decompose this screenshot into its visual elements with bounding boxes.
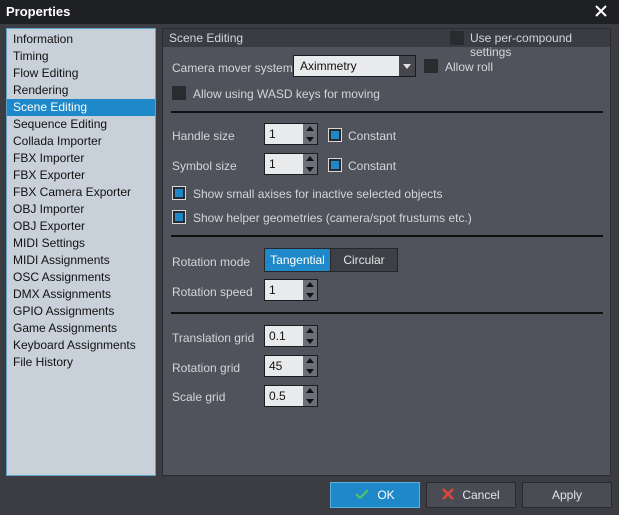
check-icon bbox=[355, 484, 370, 508]
stepper-buttons bbox=[303, 280, 317, 300]
translation-grid-stepper[interactable] bbox=[264, 325, 318, 347]
stepper-buttons bbox=[303, 154, 317, 174]
sidebar-item-file-history[interactable]: File History bbox=[7, 354, 155, 371]
decrement-icon[interactable] bbox=[303, 290, 317, 300]
increment-icon[interactable] bbox=[303, 356, 317, 366]
symbol-size-label: Symbol size bbox=[172, 159, 237, 173]
translation-grid-input[interactable] bbox=[265, 326, 303, 346]
decrement-icon[interactable] bbox=[303, 164, 317, 174]
handle-size-stepper[interactable] bbox=[264, 123, 318, 145]
translation-grid-label: Translation grid bbox=[172, 331, 255, 345]
divider bbox=[171, 235, 603, 237]
small-axises-label: Show small axises for inactive selected … bbox=[193, 187, 443, 201]
sidebar-item-midi-settings[interactable]: MIDI Settings bbox=[7, 235, 155, 252]
camera-mover-value: Aximmetry bbox=[300, 59, 357, 73]
stepper-buttons bbox=[303, 124, 317, 144]
ok-label: OK bbox=[377, 488, 395, 502]
decrement-icon[interactable] bbox=[303, 336, 317, 346]
panel-title: Scene Editing bbox=[169, 31, 244, 45]
stepper-buttons bbox=[303, 326, 317, 346]
handle-size-input[interactable] bbox=[265, 124, 303, 144]
symbol-size-input[interactable] bbox=[265, 154, 303, 174]
sidebar-item-obj-exporter[interactable]: OBJ Exporter bbox=[7, 218, 155, 235]
decrement-icon[interactable] bbox=[303, 366, 317, 376]
scale-grid-stepper[interactable] bbox=[264, 385, 318, 407]
rotation-speed-label: Rotation speed bbox=[172, 285, 253, 299]
rotation-grid-input[interactable] bbox=[265, 356, 303, 376]
stepper-buttons bbox=[303, 386, 317, 406]
sidebar-item-game-assignments[interactable]: Game Assignments bbox=[7, 320, 155, 337]
symbol-constant-checkbox[interactable] bbox=[328, 158, 342, 172]
symbol-constant-label: Constant bbox=[348, 159, 397, 173]
cancel-button[interactable]: Cancel bbox=[426, 482, 516, 508]
window-title: Properties bbox=[6, 4, 71, 19]
scale-grid-input[interactable] bbox=[265, 386, 303, 406]
title-bar: Properties bbox=[0, 0, 619, 24]
rotation-grid-stepper[interactable] bbox=[264, 355, 318, 377]
camera-mover-select[interactable]: Aximmetry bbox=[293, 55, 416, 77]
allow-roll-label: Allow roll bbox=[445, 60, 494, 74]
symbol-size-stepper[interactable] bbox=[264, 153, 318, 175]
allow-wasd-label: Allow using WASD keys for moving bbox=[193, 87, 380, 101]
increment-icon[interactable] bbox=[303, 124, 317, 134]
increment-icon[interactable] bbox=[303, 326, 317, 336]
rotation-grid-label: Rotation grid bbox=[172, 361, 241, 375]
per-compound-checkbox[interactable] bbox=[450, 31, 464, 45]
small-axises-checkbox[interactable] bbox=[172, 186, 186, 200]
x-icon bbox=[442, 484, 455, 508]
sidebar-item-fbx-exporter[interactable]: FBX Exporter bbox=[7, 167, 155, 184]
handle-constant-checkbox[interactable] bbox=[328, 128, 342, 142]
handle-size-label: Handle size bbox=[172, 129, 235, 143]
per-compound-label: Use per-compound settings bbox=[470, 31, 573, 59]
sidebar-item-flow-editing[interactable]: Flow Editing bbox=[7, 65, 155, 82]
sidebar-item-keyboard-assignments[interactable]: Keyboard Assignments bbox=[7, 337, 155, 354]
sidebar-item-fbx-camera-exporter[interactable]: FBX Camera Exporter bbox=[7, 184, 155, 201]
sidebar-item-midi-assignments[interactable]: MIDI Assignments bbox=[7, 252, 155, 269]
increment-icon[interactable] bbox=[303, 386, 317, 396]
divider bbox=[171, 111, 603, 113]
cancel-label: Cancel bbox=[462, 488, 500, 502]
sidebar-item-fbx-importer[interactable]: FBX Importer bbox=[7, 150, 155, 167]
apply-button[interactable]: Apply bbox=[522, 482, 612, 508]
stepper-buttons bbox=[303, 356, 317, 376]
rotation-speed-stepper[interactable] bbox=[264, 279, 318, 301]
panel-header: Scene Editing Use per-compound settings bbox=[163, 29, 610, 59]
increment-icon[interactable] bbox=[303, 280, 317, 290]
decrement-icon[interactable] bbox=[303, 396, 317, 406]
divider bbox=[171, 312, 603, 314]
chevron-down-icon[interactable] bbox=[399, 56, 415, 76]
sidebar-item-scene-editing[interactable]: Scene Editing bbox=[7, 99, 155, 116]
rotation-mode-circular[interactable]: Circular bbox=[330, 248, 398, 272]
sidebar-item-information[interactable]: Information bbox=[7, 31, 155, 48]
camera-mover-label: Camera mover system bbox=[172, 61, 293, 75]
sidebar-item-rendering[interactable]: Rendering bbox=[7, 82, 155, 99]
allow-wasd-checkbox[interactable] bbox=[172, 86, 186, 100]
helper-geometries-label: Show helper geometries (camera/spot frus… bbox=[193, 211, 472, 225]
sidebar-item-gpio-assignments[interactable]: GPIO Assignments bbox=[7, 303, 155, 320]
rotation-mode-label: Rotation mode bbox=[172, 255, 251, 269]
scale-grid-label: Scale grid bbox=[172, 390, 226, 404]
increment-icon[interactable] bbox=[303, 154, 317, 164]
allow-roll-checkbox[interactable] bbox=[424, 59, 438, 73]
settings-panel: Scene Editing Use per-compound settings … bbox=[162, 28, 611, 476]
ok-button[interactable]: OK bbox=[330, 482, 420, 508]
close-icon[interactable] bbox=[593, 3, 609, 19]
sidebar-item-obj-importer[interactable]: OBJ Importer bbox=[7, 201, 155, 218]
sidebar-item-sequence-editing[interactable]: Sequence Editing bbox=[7, 116, 155, 133]
rotation-mode-tangential[interactable]: Tangential bbox=[264, 248, 331, 272]
sidebar-item-dmx-assignments[interactable]: DMX Assignments bbox=[7, 286, 155, 303]
sidebar-item-collada-importer[interactable]: Collada Importer bbox=[7, 133, 155, 150]
rotation-speed-input[interactable] bbox=[265, 280, 303, 300]
category-list: Information Timing Flow Editing Rendering Sc… bbox=[6, 28, 156, 476]
decrement-icon[interactable] bbox=[303, 134, 317, 144]
sidebar-item-osc-assignments[interactable]: OSC Assignments bbox=[7, 269, 155, 286]
handle-constant-label: Constant bbox=[348, 129, 397, 143]
sidebar-item-timing[interactable]: Timing bbox=[7, 48, 155, 65]
helper-geometries-checkbox[interactable] bbox=[172, 210, 186, 224]
